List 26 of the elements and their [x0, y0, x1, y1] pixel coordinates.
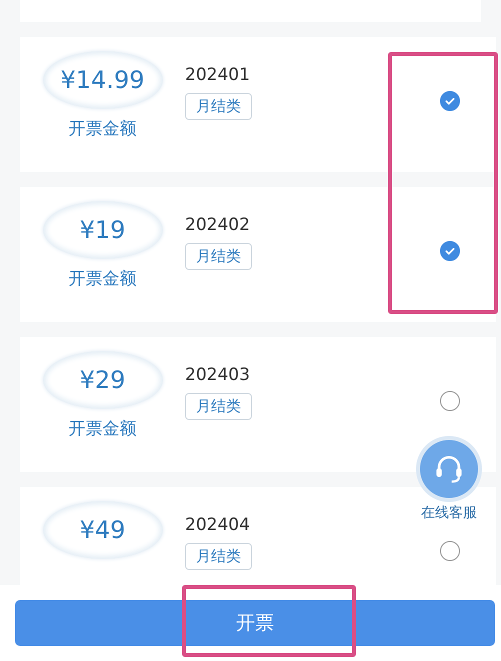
- select-checkbox[interactable]: [440, 541, 460, 561]
- check-icon: [444, 245, 456, 257]
- category-tag: 月结类: [185, 93, 252, 120]
- category-tag: 月结类: [185, 543, 252, 570]
- invoice-card[interactable]: ¥29 开票金额 202403 月结类: [20, 337, 496, 472]
- amount-label: 开票金额: [68, 268, 136, 290]
- support-label: 在线客服: [421, 504, 477, 522]
- amount-badge: ¥29: [42, 351, 162, 409]
- select-checkbox[interactable]: [440, 91, 460, 111]
- invoice-card[interactable]: ¥14.99 开票金额 202401 月结类: [20, 37, 496, 172]
- amount-badge: ¥19: [42, 201, 162, 259]
- billing-period: 202403: [185, 365, 250, 385]
- category-tag: 月结类: [185, 243, 252, 270]
- billing-period: 202404: [185, 515, 250, 535]
- check-icon: [444, 95, 456, 107]
- amount-label: 开票金额: [68, 418, 136, 440]
- billing-period: 202402: [185, 215, 250, 235]
- amount-badge: ¥49: [42, 501, 162, 559]
- select-checkbox[interactable]: [440, 391, 460, 411]
- amount-label: 开票金额: [68, 118, 136, 140]
- invoice-card[interactable]: ¥19 开票金额 202402 月结类: [20, 187, 496, 322]
- support-button[interactable]: [420, 440, 478, 498]
- category-tag: 月结类: [185, 393, 252, 420]
- select-checkbox[interactable]: [440, 241, 460, 261]
- billing-period: 202401: [185, 65, 250, 85]
- amount-badge: ¥14.99: [42, 51, 162, 109]
